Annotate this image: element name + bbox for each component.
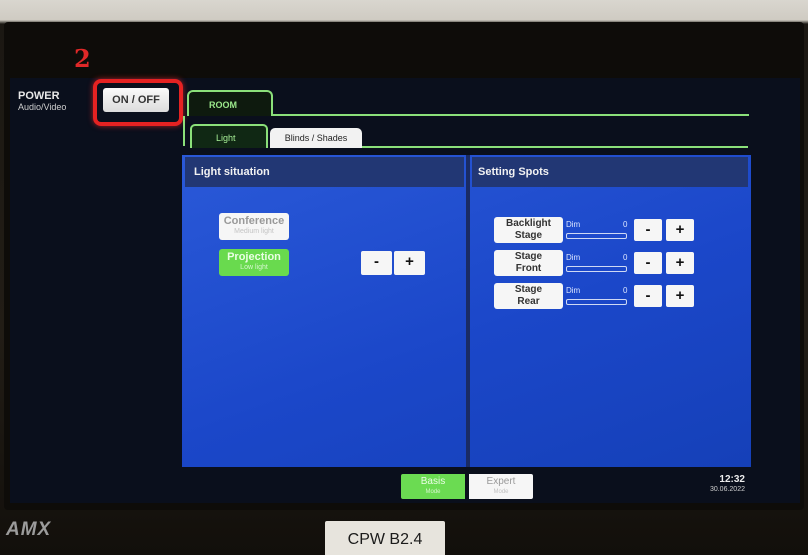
spot-backlight-minus-button[interactable]: -: [634, 219, 662, 241]
mode-label: Basis: [420, 476, 446, 487]
tab-light[interactable]: Light: [190, 124, 268, 148]
clock-date: 30.06.2022: [709, 486, 745, 493]
power-title: POWER: [18, 90, 60, 102]
spot-backlight-plus-button[interactable]: +: [666, 219, 694, 241]
dim-value: 0: [623, 220, 628, 229]
clock-time: 12:32: [719, 474, 745, 485]
spot-label-line2: Stage: [514, 230, 543, 241]
preset-projection-button[interactable]: Projection Low light: [219, 249, 289, 276]
room-tab-line: [273, 114, 749, 116]
spot-stage-rear-button[interactable]: Stage Rear: [494, 283, 563, 309]
tab-blinds-shades[interactable]: Blinds / Shades: [270, 128, 362, 148]
tab-room[interactable]: ROOM: [187, 90, 273, 116]
spot-label-line1: Stage: [514, 284, 543, 295]
light-plus-button[interactable]: +: [394, 251, 425, 275]
dim-label: Dim: [566, 220, 581, 229]
amx-logo: AMX: [6, 519, 52, 540]
device-photo: 2 POWER Audio/Video ON / OFF ROOM Light …: [0, 0, 808, 555]
light-situation-header: Light situation: [185, 157, 464, 187]
spot-label-line2: Rear: [517, 296, 540, 307]
spot-rear-minus-button[interactable]: -: [634, 285, 662, 307]
panel-divider: [466, 155, 470, 467]
mode-expert-button[interactable]: Expert Mode: [469, 474, 533, 499]
step-number: 2: [74, 44, 91, 73]
light-minus-button[interactable]: -: [361, 251, 392, 275]
dim-value: 0: [623, 286, 628, 295]
room-tab-line-left: [183, 116, 185, 146]
setting-spots-header: Setting Spots: [472, 157, 748, 187]
spot-front-plus-button[interactable]: +: [666, 252, 694, 274]
spot-label-line1: Stage: [514, 251, 543, 262]
spot-front-minus-button[interactable]: -: [634, 252, 662, 274]
subtab-line: [362, 146, 748, 148]
mode-sub: Mode: [493, 489, 509, 495]
preset-conference-button[interactable]: Conference Medium light: [219, 213, 289, 240]
mode-basis-button[interactable]: Basis Mode: [401, 474, 465, 499]
spot-stage-front-button[interactable]: Stage Front: [494, 250, 563, 276]
mode-label: Expert: [486, 476, 516, 487]
dim-level-bar: [566, 299, 627, 305]
spot-label-line2: Front: [515, 263, 542, 274]
power-subtitle: Audio/Video: [18, 102, 67, 112]
room-label-plate: CPW B2.4: [325, 521, 445, 555]
preset-sub: Medium light: [234, 228, 274, 235]
spot-backlight-stage-button[interactable]: Backlight Stage: [494, 217, 563, 243]
spot-label-line1: Backlight: [505, 218, 551, 229]
dim-value: 0: [623, 253, 628, 262]
mode-sub: Mode: [425, 489, 441, 495]
dim-label: Dim: [566, 286, 581, 295]
preset-label: Conference: [223, 215, 285, 227]
highlight-box: [93, 79, 183, 126]
dim-level-bar: [566, 233, 627, 239]
preset-sub: Low light: [240, 264, 268, 271]
dim-label: Dim: [566, 253, 581, 262]
spot-rear-plus-button[interactable]: +: [666, 285, 694, 307]
preset-label: Projection: [227, 251, 281, 263]
dim-level-bar: [566, 266, 627, 272]
